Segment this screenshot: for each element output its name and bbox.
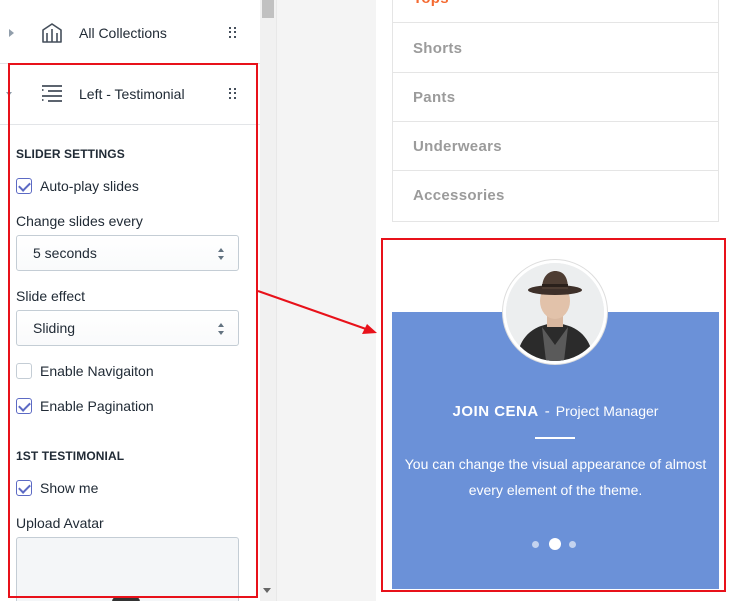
enable-pagination-row[interactable]: Enable Pagination <box>16 398 154 414</box>
author-separator: - <box>544 403 550 420</box>
slide-effect-select[interactable]: Sliding <box>16 310 239 346</box>
drag-handle-icon[interactable] <box>229 87 237 100</box>
preview-gutter <box>277 0 376 601</box>
autoplay-checkbox[interactable] <box>16 178 32 194</box>
panel-scrollbar[interactable] <box>260 0 276 601</box>
text-lines-icon <box>42 84 62 102</box>
slider-settings-heading: SLIDER SETTINGS <box>16 147 125 161</box>
scrollbar-thumb[interactable] <box>262 0 274 18</box>
enable-navigation-label: Enable Navigaiton <box>40 363 154 379</box>
author-role: Project Manager <box>555 403 659 419</box>
section-all-collections[interactable]: All Collections <box>0 2 260 64</box>
avatar-thumbnail <box>112 596 140 601</box>
select-arrows-icon <box>218 323 225 335</box>
enable-pagination-checkbox[interactable] <box>16 398 32 414</box>
theme-settings-panel: All Collections Left - Testimonial SLIDE… <box>0 0 260 601</box>
pagination-dot[interactable] <box>569 541 576 548</box>
enable-pagination-label: Enable Pagination <box>40 398 154 414</box>
slider-pagination <box>532 537 582 551</box>
menu-item-shorts[interactable]: Shorts <box>393 24 718 73</box>
scroll-down-arrow-icon[interactable] <box>263 588 271 593</box>
testimonial-quote: You can change the visual appearance of … <box>404 456 707 498</box>
chevron-right-icon[interactable] <box>9 28 14 37</box>
change-slides-value: 5 seconds <box>33 245 97 261</box>
slide-effect-value: Sliding <box>33 320 76 336</box>
show-me-label: Show me <box>40 480 99 496</box>
category-menu: Tops Shorts Pants Underwears Accessories <box>392 0 719 222</box>
pagination-dot-active[interactable] <box>549 538 561 550</box>
chevron-down-icon[interactable] <box>6 91 12 96</box>
author-divider <box>535 437 575 439</box>
drag-handle-icon[interactable] <box>229 26 237 39</box>
menu-item-pants[interactable]: Pants <box>393 73 718 122</box>
menu-item-accessories[interactable]: Accessories <box>393 171 718 220</box>
upload-avatar-label: Upload Avatar <box>16 515 104 531</box>
menu-item-tops[interactable]: Tops <box>393 0 718 23</box>
first-testimonial-heading: 1ST TESTIMONIAL <box>16 449 125 463</box>
upload-avatar-dropzone[interactable] <box>16 537 239 601</box>
autoplay-label: Auto-play slides <box>40 178 139 194</box>
menu-item-underwears[interactable]: Underwears <box>393 122 718 171</box>
testimonial-avatar <box>506 263 604 361</box>
testimonial-author: JOIN CENA - Project Manager <box>392 403 719 420</box>
section-left-testimonial[interactable]: Left - Testimonial <box>0 63 260 125</box>
autoplay-checkbox-row[interactable]: Auto-play slides <box>16 178 139 194</box>
section-label: Left - Testimonial <box>79 85 185 102</box>
pagination-dot[interactable] <box>532 541 539 548</box>
section-label: All Collections <box>79 24 167 41</box>
show-me-row[interactable]: Show me <box>16 480 98 496</box>
change-slides-label: Change slides every <box>16 213 143 229</box>
enable-navigation-checkbox[interactable] <box>16 363 32 379</box>
person-avatar-image <box>506 263 604 361</box>
author-name: JOIN CENA <box>452 403 539 420</box>
collection-icon <box>42 22 62 43</box>
select-arrows-icon <box>218 248 225 260</box>
show-me-checkbox[interactable] <box>16 480 32 496</box>
change-slides-select[interactable]: 5 seconds <box>16 235 239 271</box>
enable-navigation-row[interactable]: Enable Navigaiton <box>16 363 154 379</box>
slide-effect-label: Slide effect <box>16 288 86 304</box>
